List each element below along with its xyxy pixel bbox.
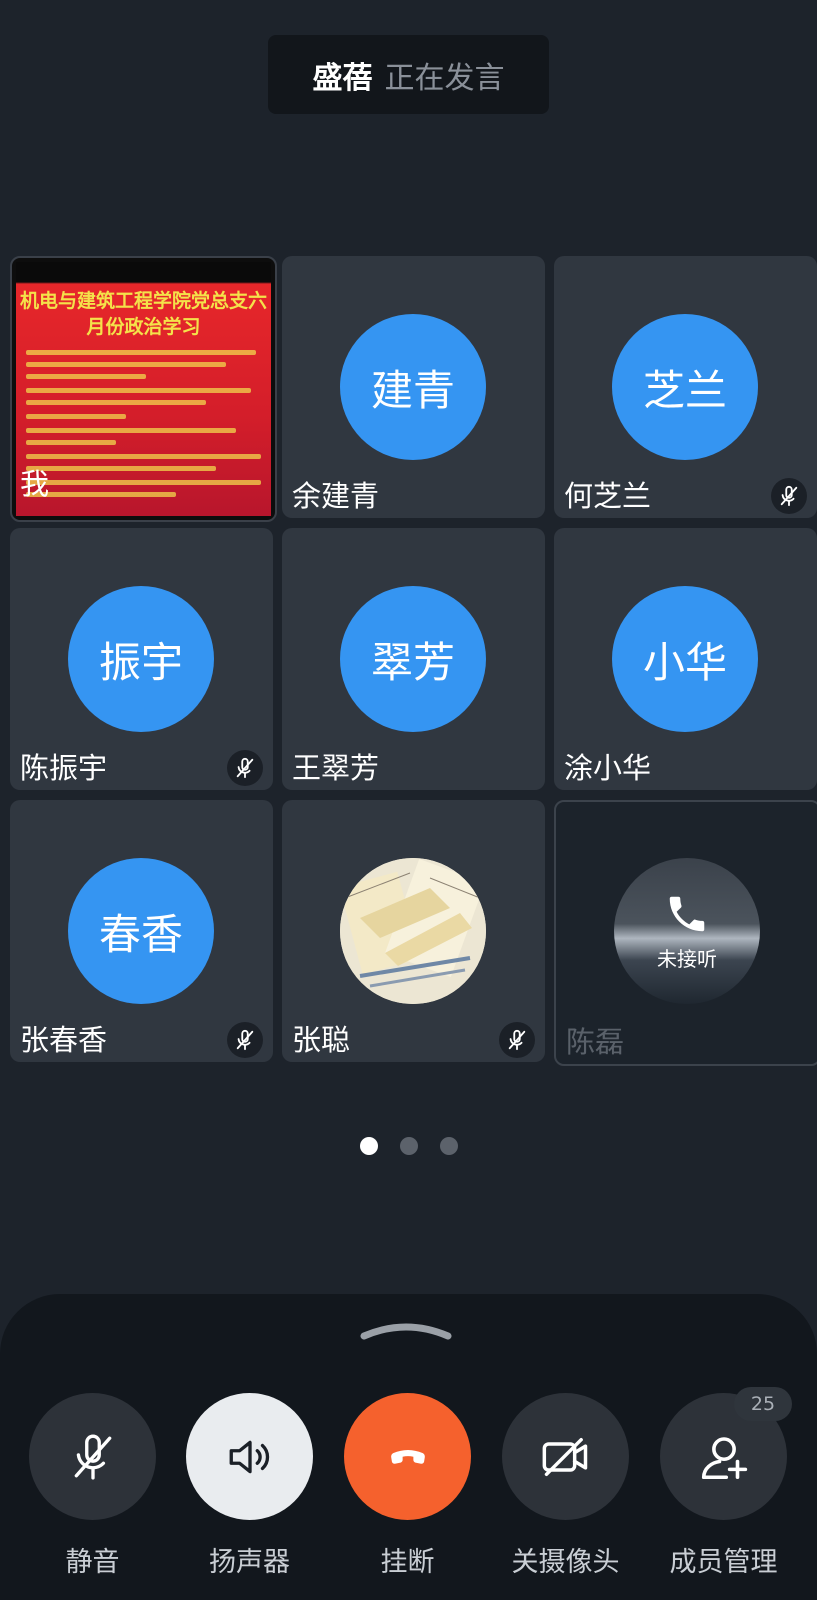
participant-name: 何芝兰 (564, 479, 652, 513)
member-count-badge: 25 (734, 1387, 792, 1421)
avatar: 芝兰 (612, 314, 758, 460)
page-dot-active[interactable] (359, 1137, 378, 1155)
participant-name: 陈振宇 (20, 751, 108, 785)
speaker-label: 扬声器 (209, 1547, 290, 1578)
participant-name: 余建青 (292, 479, 380, 513)
participant-tile[interactable]: 芝兰 何芝兰 (554, 256, 817, 518)
mic-muted-icon (771, 478, 807, 514)
avatar: 翠芳 (340, 586, 486, 732)
speaker-button[interactable]: 扬声器 (186, 1393, 313, 1579)
avatar: 建青 (340, 314, 486, 460)
participant-tile[interactable]: 小华 涂小华 (554, 528, 817, 790)
participant-tile[interactable]: 振宇 陈振宇 (10, 528, 273, 790)
slide-title-line2: 月份政治学习 (86, 316, 201, 338)
avatar: 春香 (68, 858, 214, 1004)
expand-handle-icon[interactable] (358, 1318, 454, 1342)
call-status-text: 未接听 (657, 946, 717, 971)
speaking-banner: 盛蓓 正在发言 (268, 35, 549, 114)
unanswered-avatar: 未接听 (614, 858, 760, 1004)
camera-video-feed: 机电与建筑工程学院党总支六 月份政治学习 (16, 262, 271, 516)
hangup-button[interactable]: 挂断 (344, 1393, 471, 1579)
participant-name: 张春香 (20, 1023, 108, 1057)
avatar: 小华 (612, 586, 758, 732)
participant-tile[interactable]: 张聪 (282, 800, 545, 1062)
hangup-phone-icon (390, 1449, 425, 1464)
mute-button-circle[interactable] (29, 1393, 156, 1520)
camera-off-label: 关摄像头 (511, 1547, 620, 1578)
mute-label: 静音 (65, 1547, 120, 1578)
participant-tile[interactable]: 春香 张春香 (10, 800, 273, 1062)
page-dot[interactable] (439, 1137, 458, 1155)
phone-icon (669, 896, 705, 931)
camera-off-icon (542, 1437, 587, 1476)
participant-name: 张聪 (292, 1023, 351, 1057)
page-indicator (0, 1137, 817, 1155)
participant-tile[interactable]: 翠芳 王翠芳 (282, 528, 545, 790)
participant-tile-me[interactable]: 机电与建筑工程学院党总支六 月份政治学习 我 (10, 256, 277, 522)
mic-off-icon (74, 1434, 111, 1479)
camera-off-button-circle[interactable] (502, 1393, 629, 1520)
hangup-label: 挂断 (380, 1547, 435, 1578)
add-member-icon (701, 1436, 747, 1479)
camera-off-button[interactable]: 关摄像头 (502, 1393, 629, 1579)
participant-name: 我 (20, 467, 50, 501)
speaker-button-circle[interactable] (186, 1393, 313, 1520)
photo-avatar (340, 858, 486, 1004)
participant-grid: 机电与建筑工程学院党总支六 月份政治学习 我 建青 余建青 芝兰 何芝兰 振宇 … (10, 256, 817, 1066)
participant-tile-unanswered[interactable]: 未接听 陈磊 (554, 800, 817, 1066)
mic-muted-icon (227, 1022, 263, 1058)
hangup-button-circle[interactable] (344, 1393, 471, 1520)
participant-tile[interactable]: 建青 余建青 (282, 256, 545, 518)
speaker-name: 盛蓓 (312, 60, 373, 96)
mute-button[interactable]: 静音 (29, 1393, 156, 1579)
mic-muted-icon (227, 750, 263, 786)
avatar: 振宇 (68, 586, 214, 732)
page-dot[interactable] (399, 1137, 418, 1155)
member-management-button[interactable]: 25 成员管理 (660, 1387, 792, 1579)
participant-name: 王翠芳 (292, 751, 380, 785)
speaker-icon (229, 1440, 269, 1473)
mic-muted-icon (499, 1022, 535, 1058)
speaking-status: 正在发言 (384, 60, 505, 96)
participant-name: 陈磊 (566, 1025, 625, 1059)
participant-name: 涂小华 (564, 751, 652, 785)
member-management-label: 成员管理 (669, 1547, 778, 1578)
control-panel: 静音 扬声器 挂断 关摄像头 25 成员管理 (0, 1294, 817, 1600)
slide-title-line1: 机电与建筑工程学院党总支六 (19, 290, 267, 312)
slide-title: 机电与建筑工程学院党总支六 月份政治学习 (16, 288, 271, 340)
